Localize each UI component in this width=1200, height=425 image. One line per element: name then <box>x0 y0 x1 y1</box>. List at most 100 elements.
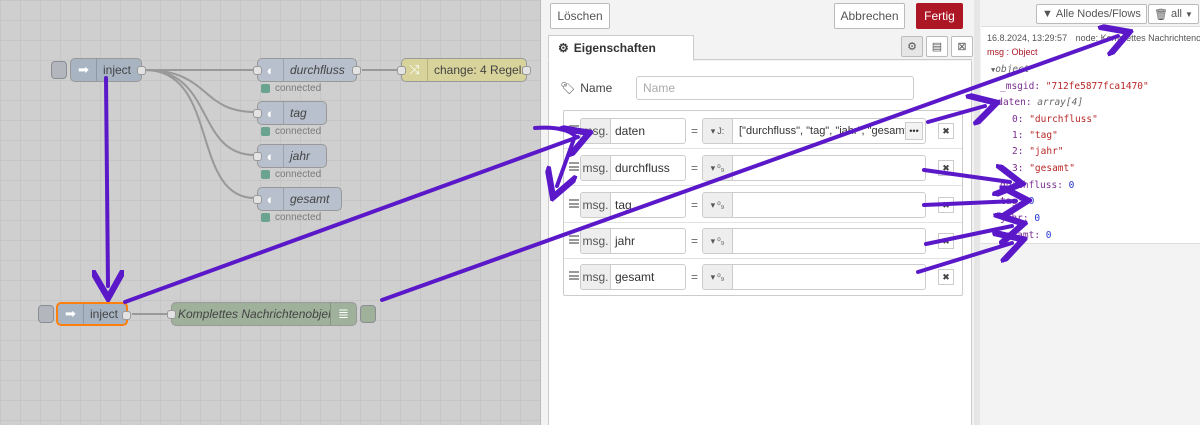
output-port[interactable] <box>122 311 131 320</box>
expand-editor-button[interactable]: ••• <box>905 122 923 140</box>
clear-messages-button[interactable]: 🗑 all ▼ <box>1148 4 1199 24</box>
done-button[interactable]: Fertig <box>916 3 963 29</box>
value-input[interactable]: ▾ ⁰₉ <box>702 155 926 181</box>
drag-handle-icon[interactable] <box>569 125 579 134</box>
node-status: connected <box>261 169 321 180</box>
sidebar-empty-area <box>981 244 1200 425</box>
number-type-icon: ⁰₉ <box>717 271 725 282</box>
drag-handle-icon[interactable] <box>569 199 579 208</box>
description-tab-button[interactable]: ▤ <box>926 36 948 57</box>
node-status: connected <box>261 126 321 137</box>
input-port[interactable] <box>253 195 262 204</box>
change-node[interactable]: ⤨ change: 4 Regeln <box>397 58 531 82</box>
tab-properties[interactable]: ⚙ Eigenschaften <box>548 35 694 61</box>
name-label: 🏷 Name <box>560 81 613 95</box>
value-input[interactable]: ▾ ⁰₉ <box>702 192 926 218</box>
drag-handle-icon[interactable] <box>569 162 579 171</box>
appearance-tab-button[interactable]: ⊠ <box>951 36 973 57</box>
delete-rule-button[interactable]: ✖ <box>938 123 954 139</box>
caret-down-icon: ▾ <box>710 125 716 136</box>
delete-rule-button[interactable]: ✖ <box>938 197 954 213</box>
rule-row: msg. daten = ▾ J: ["durchfluss", "tag", "… <box>564 113 962 149</box>
input-port[interactable] <box>253 66 262 75</box>
node-label: gesamt <box>290 192 330 206</box>
status-dot-icon <box>261 170 270 179</box>
inject-trigger-button[interactable] <box>51 61 67 79</box>
tree-prop: gesamt: 0 <box>1000 230 1052 241</box>
rule-row: msg. jahr = ▾ ⁰₉ ✖ <box>564 223 962 259</box>
node-status: connected <box>261 83 321 94</box>
type-select[interactable]: ▾ ⁰₉ <box>703 265 733 289</box>
number-type-icon: ⁰₉ <box>717 162 725 173</box>
property-input[interactable]: msg. tag <box>580 192 686 218</box>
layout-icon: ⊠ <box>957 41 967 53</box>
number-type-icon: ⁰₉ <box>717 235 725 246</box>
node-label: Komplettes Nachrichtenobjekt <box>178 307 330 321</box>
tree-msgid: _msgid: "712fe5877fca1470" <box>1000 81 1149 92</box>
tree-root[interactable]: ▼object <box>991 64 1030 75</box>
value-input[interactable]: ▾ ⁰₉ <box>702 228 926 254</box>
input-port[interactable] <box>253 152 262 161</box>
delete-rule-button[interactable]: ✖ <box>938 233 954 249</box>
mqtt-node-tag[interactable]: ◐ tag <box>253 101 327 125</box>
mqtt-node-gesamt[interactable]: ◐ gesamt <box>253 187 342 211</box>
cancel-button[interactable]: Abbrechen <box>834 3 905 29</box>
gear-icon: ⚙ <box>558 41 569 55</box>
type-select[interactable]: ▾ ⁰₉ <box>703 229 733 253</box>
property-input[interactable]: msg. durchfluss <box>580 155 686 181</box>
input-port[interactable] <box>253 109 262 118</box>
type-select[interactable]: ▾ J: <box>703 119 733 143</box>
caret-down-icon: ▼ <box>1184 9 1193 19</box>
rule-row: msg. gesamt = ▾ ⁰₉ ✖ <box>564 259 962 295</box>
arrow-right-icon: ➡ <box>58 304 84 324</box>
arrow-right-icon: ➡ <box>71 59 97 81</box>
filter-nodes-button[interactable]: ▼ Alle Nodes/Flows <box>1036 4 1147 24</box>
caret-down-icon: ▾ <box>710 199 716 210</box>
output-port[interactable] <box>522 66 531 75</box>
input-port[interactable] <box>167 310 176 319</box>
settings-tab-button[interactable]: ⚙ <box>901 36 923 57</box>
property-input[interactable]: msg. gesamt <box>580 264 686 290</box>
sidebar-resize-handle[interactable] <box>974 0 980 425</box>
status-dot-icon <box>261 127 270 136</box>
value-input[interactable]: ▾ J: ["durchfluss", "tag", "jahr", "gesam… <box>702 118 926 144</box>
json-type-icon: J: <box>717 126 725 136</box>
delete-rule-button[interactable]: ✖ <box>938 160 954 176</box>
node-label: change: 4 Regeln <box>434 63 526 77</box>
caret-down-icon: ▾ <box>710 162 716 173</box>
inject-node-top[interactable]: ➡ inject <box>70 58 146 82</box>
node-label: jahr <box>290 149 311 163</box>
message-source: node: Komplettes Nachrichtenobjekt <box>1075 33 1200 43</box>
debug-node[interactable]: Komplettes Nachrichtenobjekt ≣ <box>167 302 357 326</box>
type-select[interactable]: ▾ ⁰₉ <box>703 193 733 217</box>
mqtt-node-jahr[interactable]: ◐ jahr <box>253 144 327 168</box>
output-port[interactable] <box>352 66 361 75</box>
node-label: inject <box>90 307 119 321</box>
equals-sign: = <box>691 270 699 284</box>
property-input[interactable]: msg. jahr <box>580 228 686 254</box>
input-port[interactable] <box>397 66 406 75</box>
caret-down-icon: ▾ <box>710 271 716 282</box>
value-input[interactable]: ▾ ⁰₉ <box>702 264 926 290</box>
delete-rule-button[interactable]: ✖ <box>938 269 954 285</box>
output-port[interactable] <box>137 66 146 75</box>
type-select[interactable]: ▾ ⁰₉ <box>703 156 733 180</box>
property-input[interactable]: msg. daten <box>580 118 686 144</box>
message-meta: 16.8.2024, 13:29:57 node: Komplettes Nac… <box>987 33 1200 43</box>
inject-trigger-button[interactable] <box>38 305 54 323</box>
caret-down-icon: ▾ <box>710 235 716 246</box>
delete-button[interactable]: Löschen <box>550 3 610 29</box>
flow-canvas[interactable]: ➡ inject ◐ durchfluss connected ◐ tag co… <box>0 0 540 425</box>
tree-daten[interactable]: ▼daten: array[4] <box>993 97 1083 108</box>
drag-handle-icon[interactable] <box>569 235 579 244</box>
document-icon: ▤ <box>931 41 943 53</box>
drag-handle-icon[interactable] <box>569 271 579 280</box>
inject-node-bottom[interactable]: ➡ inject <box>56 302 131 326</box>
node-status: connected <box>261 212 321 223</box>
message-timestamp: 16.8.2024, 13:29:57 <box>987 33 1068 43</box>
node-label: tag <box>290 106 307 120</box>
mqtt-node-durchfluss[interactable]: ◐ durchfluss <box>253 58 361 82</box>
debug-toggle-button[interactable] <box>360 305 376 323</box>
name-input[interactable] <box>636 76 914 100</box>
equals-sign: = <box>691 161 699 175</box>
